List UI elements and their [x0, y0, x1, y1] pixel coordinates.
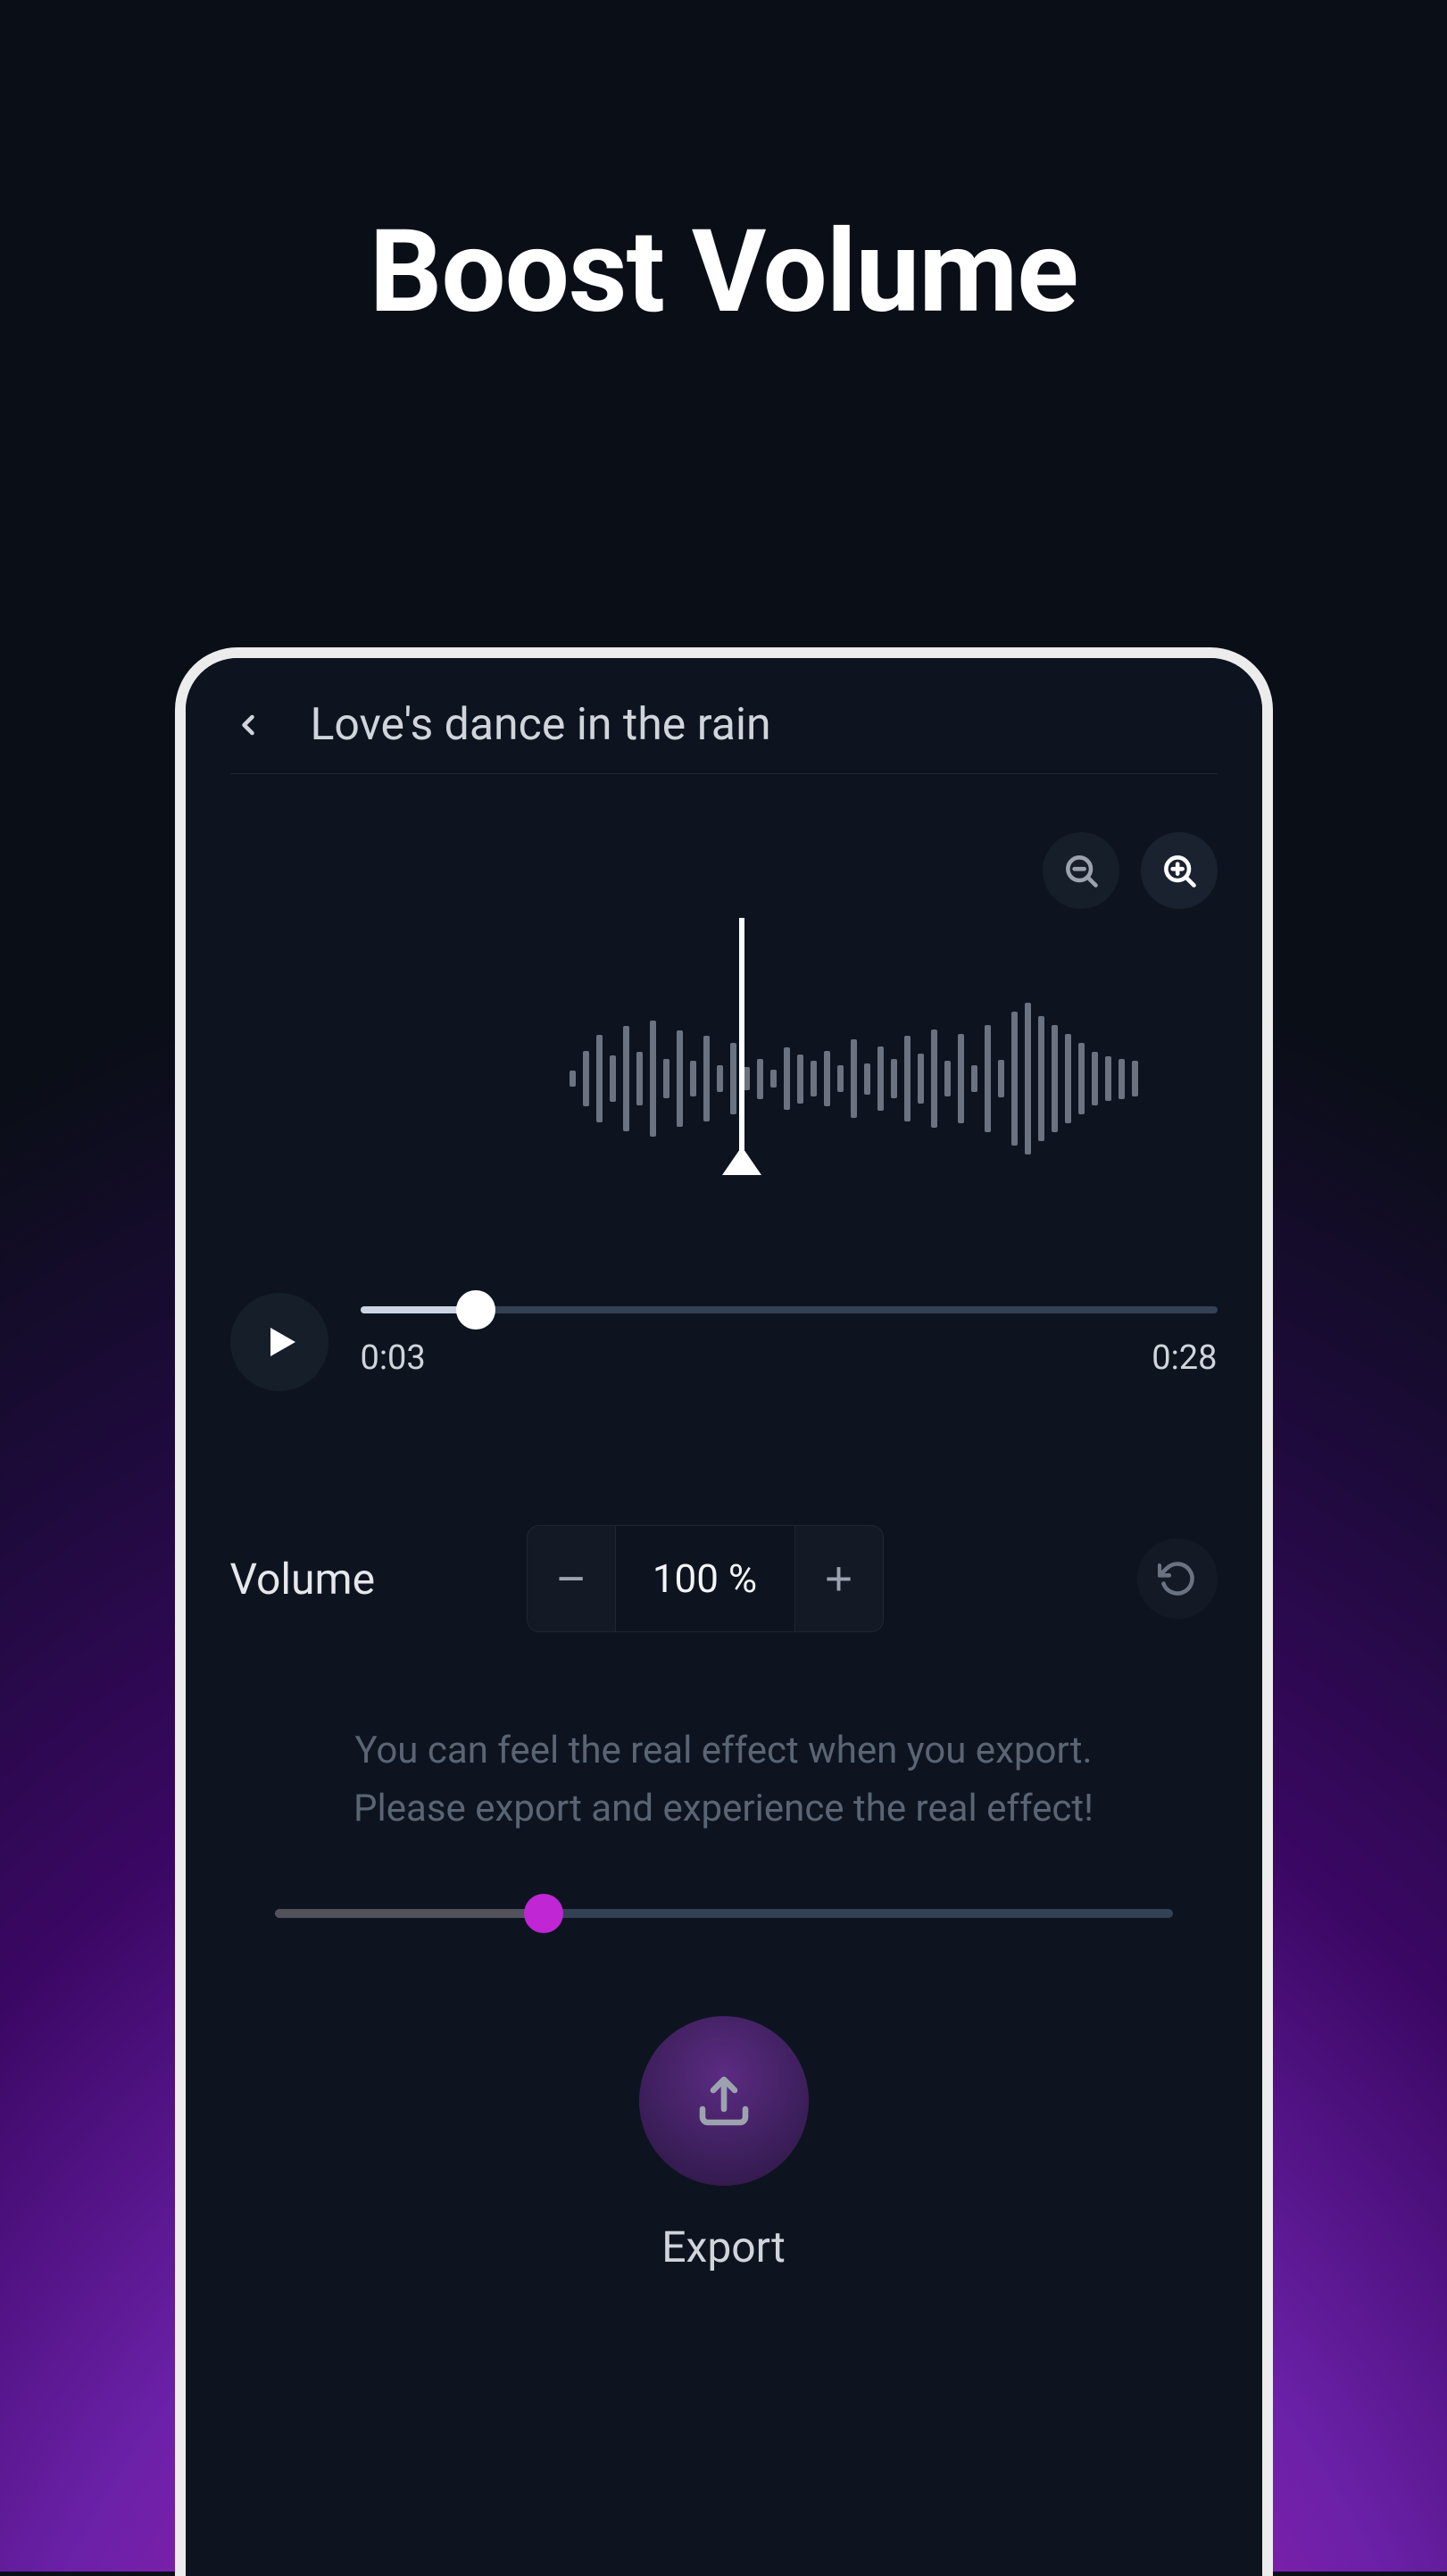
progress-track — [361, 1306, 1218, 1313]
hint-line-1: You can feel the real effect when you ex… — [230, 1722, 1218, 1780]
volume-value: 100 % — [616, 1525, 794, 1632]
play-icon — [258, 1321, 301, 1363]
time-row: 0:03 0:28 — [361, 1338, 1218, 1378]
wave-bar — [717, 1065, 723, 1092]
rotate-ccw-icon — [1158, 1559, 1197, 1598]
hint-text: You can feel the real effect when you ex… — [230, 1722, 1218, 1838]
wave-bar — [583, 1051, 589, 1106]
wave-bar — [1065, 1034, 1071, 1123]
wave-bar — [730, 1043, 736, 1114]
wave-bar — [1132, 1061, 1138, 1096]
wave-bar — [677, 1030, 683, 1127]
wave-bar — [1038, 1016, 1044, 1141]
back-button[interactable] — [230, 707, 266, 743]
wave-bar — [811, 1061, 817, 1096]
wave-bar — [690, 1061, 696, 1096]
wave-bar — [1078, 1043, 1085, 1114]
wave-bar — [824, 1051, 830, 1106]
wave-bar — [703, 1036, 710, 1121]
hint-line-2: Please export and experience the real ef… — [230, 1780, 1218, 1838]
wave-bar — [1052, 1025, 1058, 1132]
boost-slider[interactable] — [230, 1909, 1218, 1918]
wave-bar — [918, 1054, 924, 1104]
export-label: Export — [661, 2222, 786, 2272]
top-bar: Love's dance in the rain — [230, 658, 1218, 774]
wave-bar — [891, 1059, 897, 1098]
zoom-in-icon — [1160, 851, 1199, 890]
wave-bar — [1011, 1012, 1018, 1146]
progress-thumb[interactable] — [456, 1290, 495, 1330]
wave-bar — [650, 1021, 656, 1137]
zoom-in-button[interactable] — [1141, 832, 1218, 909]
wave-bar — [985, 1025, 991, 1132]
wave-bar — [877, 1046, 884, 1111]
wave-bar — [636, 1052, 643, 1105]
wave-bar — [1092, 1052, 1098, 1105]
song-title: Love's dance in the rain — [311, 699, 771, 751]
playback-controls: 0:03 0:28 — [230, 1293, 1218, 1391]
wave-bar — [610, 1055, 616, 1102]
wave-bar — [744, 1067, 750, 1090]
boost-thumb[interactable] — [524, 1894, 563, 1933]
wave-bar — [596, 1035, 603, 1122]
page-title: Boost Volume — [0, 205, 1447, 339]
volume-plus-button[interactable]: + — [794, 1525, 884, 1632]
playhead[interactable] — [739, 918, 744, 1150]
volume-minus-button[interactable]: − — [527, 1525, 616, 1632]
wave-bar — [797, 1055, 803, 1104]
upload-icon — [692, 2069, 756, 2133]
zoom-out-icon — [1061, 851, 1101, 890]
total-time: 0:28 — [1152, 1338, 1217, 1378]
wave-bar — [1105, 1056, 1111, 1101]
progress-bar[interactable]: 0:03 0:28 — [361, 1306, 1218, 1378]
volume-row: Volume − 100 % + — [230, 1525, 1218, 1632]
wave-bar — [837, 1065, 844, 1092]
wave-bar — [757, 1059, 763, 1099]
wave-bar — [784, 1047, 790, 1110]
app-screen: Love's dance in the rain — [186, 658, 1262, 2576]
volume-stepper: − 100 % + — [527, 1525, 884, 1632]
wave-bar — [623, 1026, 629, 1131]
wave-bar — [998, 1060, 1004, 1097]
wave-bar — [1119, 1059, 1125, 1099]
waveform — [230, 998, 1218, 1159]
zoom-out-button[interactable] — [1043, 832, 1119, 909]
export-area: Export — [230, 2016, 1218, 2272]
waveform-area[interactable] — [230, 945, 1218, 1213]
wave-bar — [851, 1039, 857, 1118]
play-button[interactable] — [230, 1293, 328, 1391]
wave-bar — [864, 1063, 870, 1095]
wave-bar — [931, 1030, 937, 1128]
wave-bar — [570, 1071, 576, 1087]
wave-bar — [958, 1034, 964, 1123]
reset-button[interactable] — [1137, 1538, 1218, 1619]
boost-track — [275, 1909, 1173, 1918]
chevron-left-icon — [232, 703, 264, 747]
volume-label: Volume — [230, 1554, 409, 1605]
device-frame: Love's dance in the rain — [175, 647, 1273, 2576]
zoom-controls — [230, 774, 1218, 909]
wave-bar — [770, 1070, 777, 1088]
wave-bar — [904, 1036, 911, 1121]
current-time: 0:03 — [361, 1338, 426, 1378]
boost-fill — [275, 1909, 545, 1918]
wave-bar — [944, 1061, 951, 1096]
wave-bar — [971, 1065, 977, 1092]
wave-bar — [1025, 1003, 1031, 1155]
wave-bar — [663, 1059, 669, 1098]
export-button[interactable] — [639, 2016, 809, 2186]
